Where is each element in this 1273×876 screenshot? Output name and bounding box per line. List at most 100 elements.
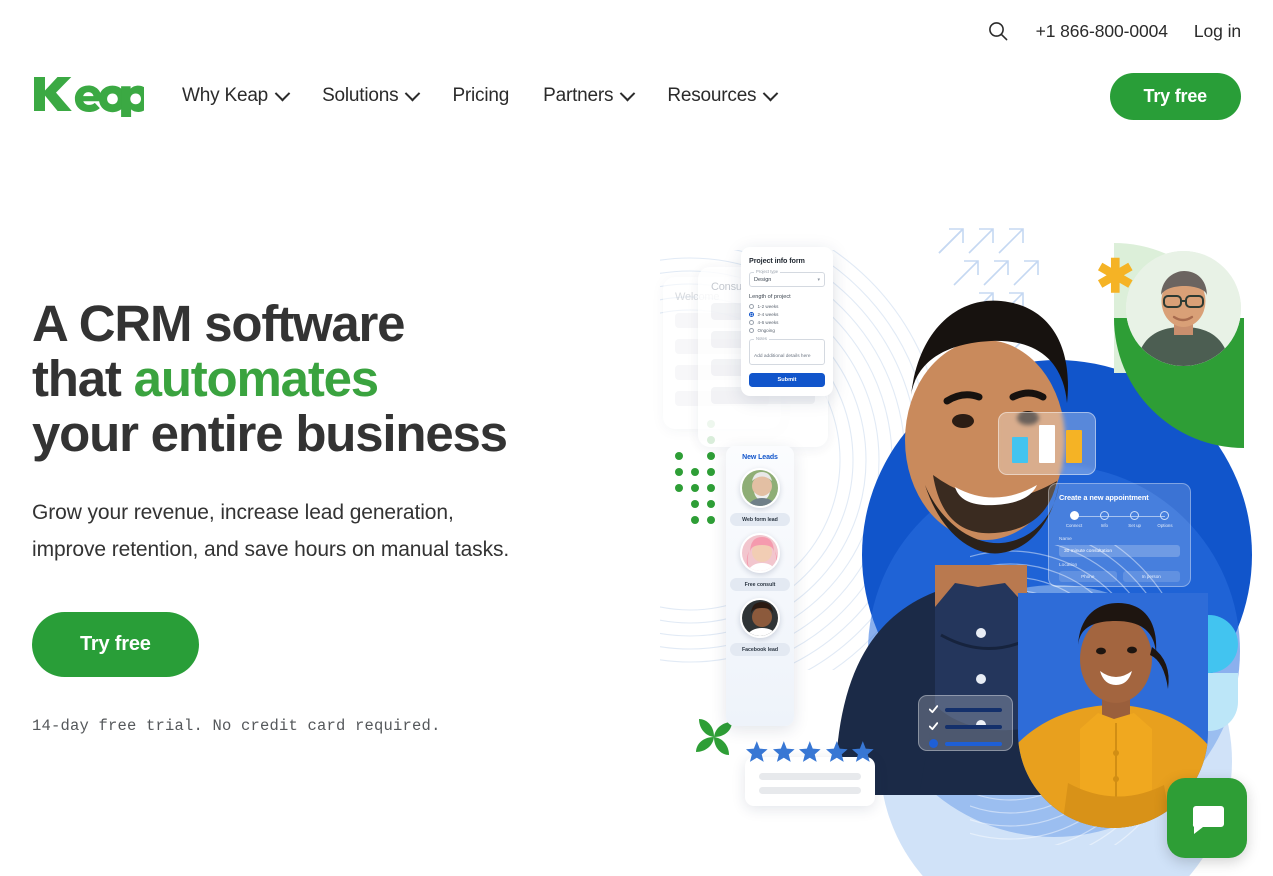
radio-label: 2-4 weeks [757, 312, 779, 317]
avatar [740, 533, 780, 573]
chevron-down-icon [274, 85, 291, 101]
nav-item-pricing[interactable]: Pricing [452, 85, 509, 107]
nav-item-partners[interactable]: Partners [543, 85, 636, 107]
radio-icon-selected [749, 312, 754, 317]
headline-line-3: your entire business [32, 405, 508, 462]
step-info[interactable]: Info [1089, 511, 1119, 528]
project-info-form-card: Project info form Project type Design ▾ … [741, 247, 833, 396]
project-type-select[interactable]: Project type Design ▾ [749, 269, 825, 287]
chart-bar [1039, 425, 1055, 463]
step-dot-icon [1160, 511, 1170, 520]
step-set-up[interactable]: Set up [1120, 511, 1150, 528]
new-leads-card: New Leads Web form lead Free consult Fac… [726, 446, 794, 726]
radio-label: 4-6 weeks [757, 320, 779, 325]
checklist-widget [918, 695, 1013, 751]
nav-label: Solutions [322, 85, 399, 106]
avatar [740, 598, 780, 638]
nav-item-why-keap[interactable]: Why Keap [182, 85, 291, 107]
trial-disclaimer: 14-day free trial. No credit card requir… [32, 717, 441, 735]
login-link[interactable]: Log in [1194, 21, 1241, 42]
chat-icon [1192, 806, 1224, 834]
radio-option-1-2-weeks[interactable]: 1-2 weeks [749, 304, 825, 309]
lead-item[interactable]: Web form lead [730, 468, 790, 526]
star-icon [799, 741, 821, 762]
keap-homepage: +1 866-800-0004 Log in Why Keap Solution… [0, 0, 1273, 876]
step-label: Connect [1065, 523, 1083, 528]
radio-icon [749, 328, 754, 333]
lead-tag: Free consult [730, 578, 790, 591]
project-type-value: Design [754, 276, 772, 283]
headline-line-2-prefix: that [32, 350, 134, 407]
lead-item[interactable]: Free consult [730, 533, 790, 591]
hero-subhead: Grow your revenue, increase lead generat… [32, 501, 510, 561]
appointment-name-input[interactable]: 30 minute consultation [1059, 545, 1180, 557]
chart-bar [1066, 430, 1082, 463]
radio-label: Ongoing [757, 328, 775, 333]
page-title: A CRM software that automates your entir… [32, 296, 572, 461]
radio-icon [749, 320, 754, 325]
radio-option-ongoing[interactable]: Ongoing [749, 328, 825, 333]
new-leads-title: New Leads [742, 454, 778, 461]
hero-try-free-button[interactable]: Try free [32, 612, 199, 677]
radio-option-2-4-weeks[interactable]: 2-4 weeks [749, 312, 825, 317]
step-connect[interactable]: Connect [1059, 511, 1089, 528]
radio-option-4-6-weeks[interactable]: 4-6 weeks [749, 320, 825, 325]
chat-launcher-button[interactable] [1167, 778, 1247, 858]
star-icon [852, 741, 875, 762]
notes-textarea[interactable]: Notes Add additional details here [749, 336, 825, 365]
step-dot-icon [1069, 511, 1079, 520]
lead-item[interactable]: Facebook lead [730, 598, 790, 656]
step-options[interactable]: Options [1150, 511, 1180, 528]
project-type-label: Project type [754, 269, 781, 274]
keap-logo[interactable] [32, 75, 144, 117]
check-icon [929, 722, 938, 731]
chevron-down-icon [405, 85, 421, 101]
submit-button[interactable]: Submit [749, 373, 825, 387]
check-icon [929, 705, 938, 714]
appointment-location-options: Phone In person [1059, 571, 1180, 582]
checklist-item [929, 722, 1002, 731]
review-text-line [759, 787, 861, 794]
review-card [745, 757, 875, 806]
nav-label: Partners [543, 85, 614, 106]
location-option-phone[interactable]: Phone [1059, 571, 1117, 582]
headline-accent-word: automates [133, 350, 379, 407]
star-rating [745, 740, 875, 764]
review-widget [745, 740, 875, 806]
appointment-stepper: Connect Info Set up Options [1059, 511, 1180, 528]
nav-item-solutions[interactable]: Solutions [322, 85, 421, 107]
step-label: Info [1100, 523, 1108, 528]
notes-label: Notes [754, 336, 769, 341]
phone-link[interactable]: +1 866-800-0004 [1036, 21, 1168, 42]
nav-item-resources[interactable]: Resources [667, 85, 779, 107]
nav-items: Why Keap Solutions Pricing Partners Reso… [182, 85, 1110, 107]
star-icon [745, 741, 768, 762]
nav-label: Why Keap [182, 85, 269, 106]
location-option-in-person[interactable]: In person [1122, 571, 1180, 582]
chart-widget [998, 412, 1096, 475]
checklist-item [929, 739, 1002, 748]
step-dot-icon [1099, 511, 1109, 520]
notes-placeholder: Add additional details here [754, 354, 811, 359]
nav-try-free-button[interactable]: Try free [1109, 72, 1241, 120]
radio-label: 1-2 weeks [757, 304, 779, 309]
chevron-down-icon: ▾ [817, 276, 820, 283]
main-nav: Why Keap Solutions Pricing Partners Reso… [0, 62, 1273, 130]
step-label: Set up [1128, 523, 1141, 528]
appointment-location-label: Location [1059, 563, 1078, 568]
step-dot-icon [1130, 511, 1140, 520]
step-label: Options [1157, 523, 1173, 528]
length-of-project-label: Length of project [749, 294, 791, 300]
checklist-line [945, 707, 1002, 712]
hero-content: A CRM software that automates your entir… [32, 296, 572, 735]
checklist-line [945, 741, 1002, 746]
chevron-down-icon [763, 85, 779, 101]
search-icon[interactable] [986, 19, 1010, 43]
headline-line-1: A CRM software [32, 295, 406, 352]
appointment-title: Create a new appointment [1059, 493, 1149, 502]
review-text-line [759, 773, 861, 780]
appointment-name-label: Name [1059, 537, 1072, 542]
create-appointment-card: Create a new appointment Connect Info Se… [1048, 483, 1191, 587]
nav-label: Pricing [452, 85, 510, 106]
radio-icon [749, 304, 754, 309]
